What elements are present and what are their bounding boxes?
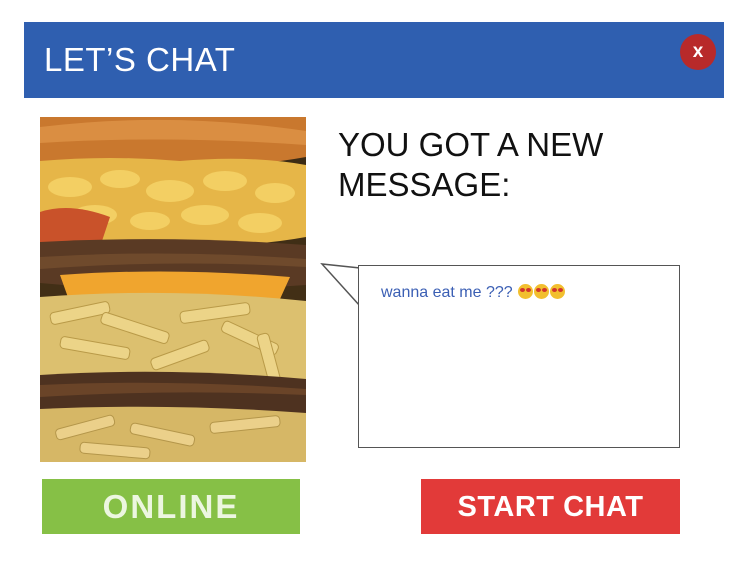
start-chat-button[interactable]: START CHAT xyxy=(421,479,680,534)
message-content: wanna eat me ??? xyxy=(381,284,566,302)
burger-image xyxy=(40,117,306,462)
new-message-headline: YOU GOT A NEW MESSAGE: xyxy=(338,126,604,203)
speech-bubble-tail xyxy=(320,263,361,307)
chat-popup-titlebar: LET’S CHAT x xyxy=(24,22,724,98)
close-button[interactable]: x xyxy=(680,34,716,70)
message-text: wanna eat me ??? xyxy=(381,284,513,301)
message-bubble: wanna eat me ??? xyxy=(358,265,680,448)
star-struck-emoji-icon xyxy=(534,284,550,299)
popup-title: LET’S CHAT xyxy=(44,41,236,78)
star-struck-emoji-icon xyxy=(518,284,534,299)
star-struck-emoji-icon xyxy=(550,284,566,299)
online-status-badge: ONLINE xyxy=(42,479,300,534)
burger-illustration xyxy=(40,117,306,462)
